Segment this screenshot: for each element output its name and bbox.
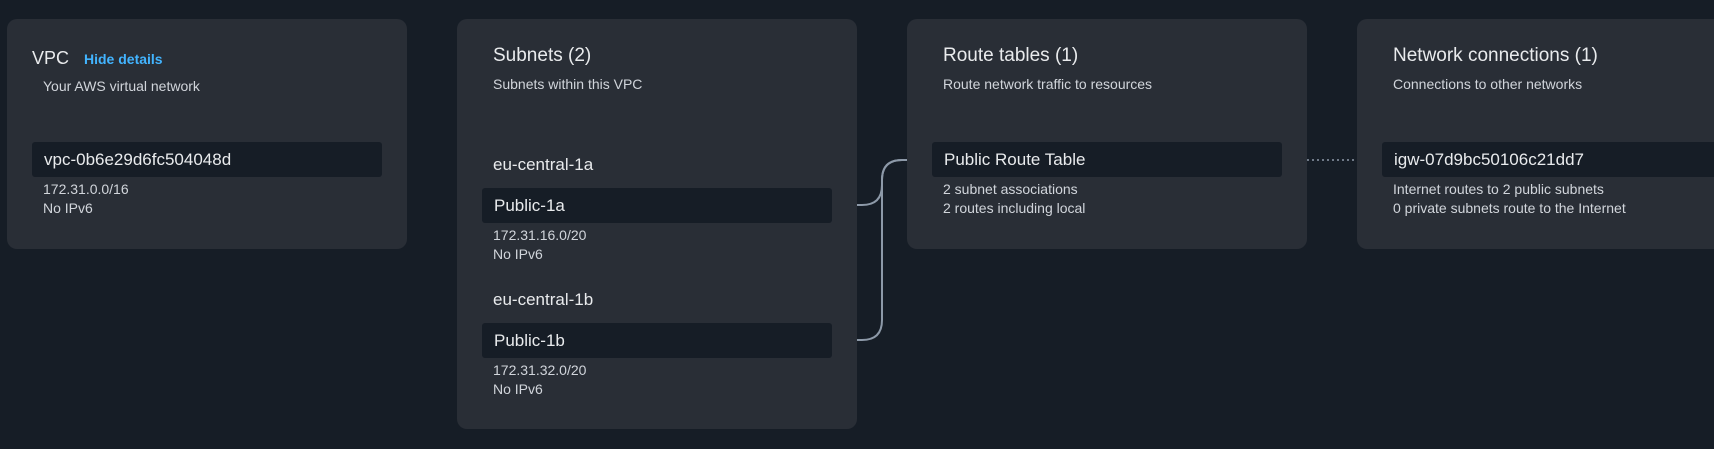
network-connections-subtitle: Connections to other networks	[1393, 76, 1583, 92]
network-connections-title: Network connections (1)	[1393, 45, 1598, 66]
vpc-ipv6: No IPv6	[43, 200, 93, 216]
subnet-public-1a-cidr: 172.31.16.0/20	[493, 227, 587, 243]
subnet-public-1b-pill[interactable]: Public-1b	[482, 323, 832, 358]
route-tables-subtitle: Route network traffic to resources	[943, 76, 1153, 92]
subnet-az-label: eu-central-1b	[493, 290, 594, 309]
hide-details-link[interactable]: Hide details	[84, 51, 163, 67]
vpc-id-pill[interactable]: vpc-0b6e29d6fc504048d	[32, 142, 382, 177]
subnets-title: Subnets (2)	[493, 45, 592, 66]
subnet-public-1a-pill[interactable]: Public-1a	[482, 188, 832, 223]
route-table-pill[interactable]: Public Route Table	[932, 142, 1282, 177]
internet-gateway-pill[interactable]: igw-07d9bc50106c21dd7	[1382, 142, 1714, 177]
subnets-subtitle: Subnets within this VPC	[493, 76, 643, 92]
vpc-subtitle: Your AWS virtual network	[43, 78, 200, 94]
subnet-az-label: eu-central-1a	[493, 155, 594, 174]
route-table-associations: 2 subnet associations	[943, 181, 1078, 197]
vpc-title: VPC	[32, 48, 70, 68]
subnet-public-1b-cidr: 172.31.32.0/20	[493, 362, 587, 378]
route-tables-card: Route tables (1) Route network traffic t…	[907, 19, 1307, 249]
vpc-card: VPC Hide details Your AWS virtual networ…	[7, 19, 407, 249]
vpc-resource-map: VPC Hide details Your AWS virtual networ…	[0, 0, 1714, 449]
vpc-cidr: 172.31.0.0/16	[43, 181, 129, 197]
subnets-card: Subnets (2) Subnets within this VPC eu-c…	[457, 19, 857, 429]
route-table-routes: 2 routes including local	[943, 200, 1086, 216]
network-connections-card: Network connections (1) Connections to o…	[1357, 19, 1714, 249]
igw-public-routes: Internet routes to 2 public subnets	[1393, 181, 1604, 197]
subnet-public-1a-ipv6: No IPv6	[493, 246, 543, 262]
igw-private-routes: 0 private subnets route to the Internet	[1393, 200, 1626, 216]
route-tables-title: Route tables (1)	[943, 45, 1079, 66]
subnet-public-1b-ipv6: No IPv6	[493, 381, 543, 397]
